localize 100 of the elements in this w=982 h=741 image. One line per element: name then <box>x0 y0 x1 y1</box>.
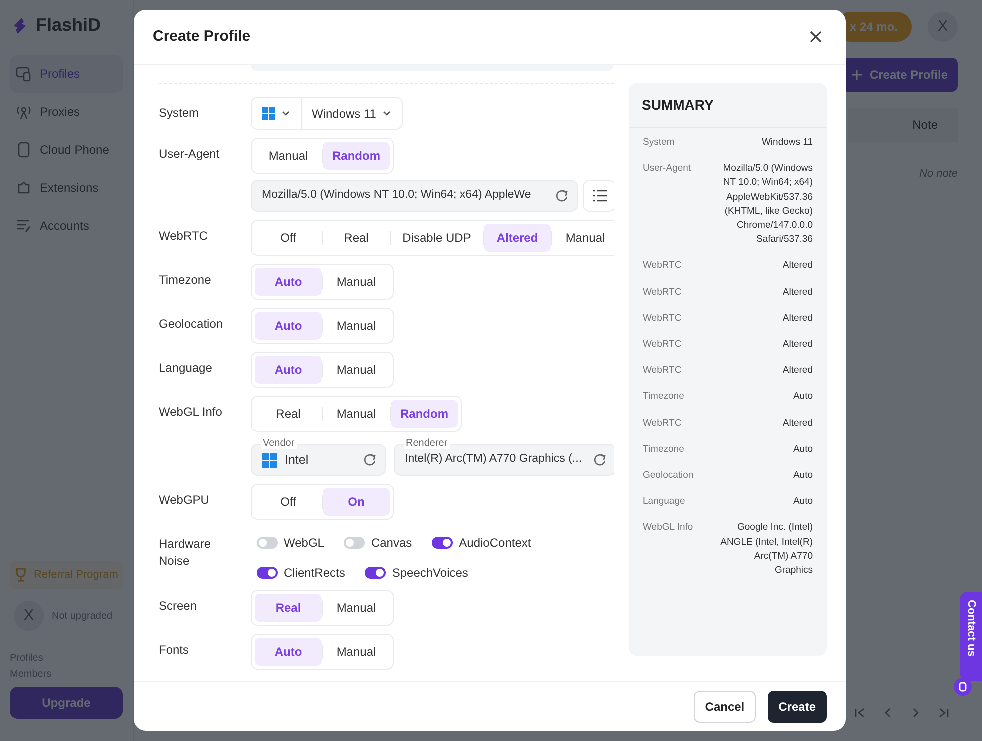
summary-value: Altered <box>782 338 813 352</box>
segment-option[interactable]: Manual <box>323 400 390 428</box>
field-value: Intel <box>285 452 310 469</box>
summary-value: Altered <box>782 259 813 274</box>
segment-option[interactable]: Disable UDP <box>391 224 483 252</box>
plus-icon <box>852 70 862 80</box>
refresh-icon[interactable] <box>555 189 569 203</box>
summary-value: Windows 11 <box>760 136 813 150</box>
segment-option[interactable]: Real <box>323 224 390 252</box>
chevron-down-icon <box>281 109 291 118</box>
toggle-switch[interactable] <box>365 567 386 579</box>
segment-option[interactable]: On <box>323 488 390 516</box>
cancel-button[interactable]: Cancel <box>694 690 756 722</box>
toggle-switch[interactable] <box>257 537 278 549</box>
list-button[interactable] <box>583 180 614 212</box>
summary-label: WebRTC <box>643 338 682 352</box>
toggle-label: AudioContext <box>459 535 532 552</box>
trophy-icon <box>14 568 28 582</box>
summary-label: WebRTC <box>643 259 682 274</box>
column-header: Note <box>848 108 958 142</box>
summary-value: Auto <box>792 495 813 510</box>
field-label: WebRTC <box>159 228 209 245</box>
field-label: WebGL Info <box>159 404 224 421</box>
summary-label: WebGL Info <box>643 521 694 536</box>
list-pen-icon <box>16 218 32 234</box>
summary-value: Altered <box>782 364 813 378</box>
toggle-label: WebGL <box>284 535 324 552</box>
windows-icon <box>262 452 277 468</box>
field-value: Intel(R) Arc(TM) A770 Graphics (... <box>405 452 584 468</box>
segment-option[interactable]: Manual <box>255 142 322 170</box>
summary-value: Altered <box>782 312 813 326</box>
field-label: Timezone <box>159 272 212 289</box>
segment-option[interactable]: Random <box>323 142 390 170</box>
phone-icon <box>16 142 32 158</box>
segment-option[interactable]: Auto <box>255 312 322 340</box>
antenna-icon <box>16 104 32 120</box>
summary-value: Altered <box>782 286 813 300</box>
segment-option[interactable]: Manual <box>323 268 390 296</box>
close-icon[interactable] <box>810 31 822 43</box>
chevron-down-icon <box>382 109 392 118</box>
segment-option[interactable]: Real <box>255 594 322 622</box>
field-label: Screen <box>159 598 198 615</box>
toggle-switch[interactable] <box>257 567 278 579</box>
segment-option[interactable]: Manual <box>323 638 390 666</box>
summary-value: Auto <box>792 442 813 457</box>
floating-label: Renderer <box>404 438 450 449</box>
modal-title: Create Profile <box>153 26 251 47</box>
segment-option[interactable]: Auto <box>255 638 322 666</box>
field-label: Geolocation <box>159 316 224 333</box>
toggle-switch[interactable] <box>432 537 454 549</box>
segment-option[interactable]: Altered <box>484 224 551 252</box>
profiles-icon <box>16 66 32 82</box>
segment-option[interactable]: Manual <box>323 356 390 384</box>
summary-value: Auto <box>792 469 813 484</box>
summary-value: Mozilla/5.0 (Windows NT 10.0; Win64; x64) AppleWebKit/537.36 (KHTML, like Gecko) Chrome/147.0.0.0 Safari/537.36 <box>722 162 813 248</box>
segment-option[interactable]: Off <box>255 488 322 516</box>
create-button[interactable]: Create <box>768 690 827 722</box>
summary-label: WebRTC <box>643 416 682 431</box>
field-label: User-Agent <box>159 146 221 163</box>
segment-option[interactable]: Manual <box>323 312 390 340</box>
floating-label: Vendor <box>261 438 297 449</box>
summary-label: Language <box>643 495 686 510</box>
segment-option[interactable]: Manual <box>323 594 390 622</box>
toggle-label: ClientRects <box>284 565 346 582</box>
field-label: Hardware Noise <box>159 536 212 570</box>
chat-icon <box>954 678 972 696</box>
field-label: Fonts <box>159 642 190 659</box>
summary-title: SUMMARY <box>629 83 827 128</box>
summary-label: Geolocation <box>643 469 694 484</box>
last-page-icon <box>938 707 950 719</box>
toggle-label: Canvas <box>371 535 412 552</box>
toggle-switch[interactable] <box>344 537 366 549</box>
logo-text: FlashiD <box>36 14 102 37</box>
segment-option[interactable]: Auto <box>255 356 322 384</box>
first-page-icon <box>854 707 866 719</box>
user-agent-field[interactable]: Mozilla/5.0 (Windows NT 10.0; Win64; x64) AppleWe <box>251 180 578 212</box>
windows-icon <box>262 107 275 120</box>
field-label: WebGPU <box>159 492 210 509</box>
summary-value: Auto <box>792 390 813 404</box>
segment-option[interactable]: Off <box>255 224 322 252</box>
field-label: System <box>159 105 200 122</box>
summary-label: User-Agent <box>643 162 692 176</box>
segment-option[interactable]: Real <box>255 400 322 428</box>
summary-label: Timezone <box>643 390 684 404</box>
summary-label: WebRTC <box>643 286 682 300</box>
summary-label: WebRTC <box>643 312 682 326</box>
field-label: Language <box>159 360 214 377</box>
segment-option[interactable]: Random <box>391 400 458 428</box>
summary-label: Timezone <box>643 442 684 457</box>
summary-label: System <box>643 136 675 150</box>
list-icon <box>592 190 606 202</box>
segment-option[interactable]: Manual <box>552 224 614 252</box>
contact-tab[interactable]: Contact us <box>960 592 982 681</box>
summary-label: WebRTC <box>643 364 682 378</box>
refresh-icon[interactable] <box>593 453 607 467</box>
toggle-label: SpeechVoices <box>392 565 468 582</box>
segment-option[interactable]: Auto <box>255 268 322 296</box>
summary-value: Google Inc. (Intel) ANGLE (Intel, Intel(R) Arc(TM) A770 Graphics <box>720 521 813 578</box>
refresh-icon[interactable] <box>363 453 377 467</box>
summary-value: Altered <box>782 416 813 431</box>
